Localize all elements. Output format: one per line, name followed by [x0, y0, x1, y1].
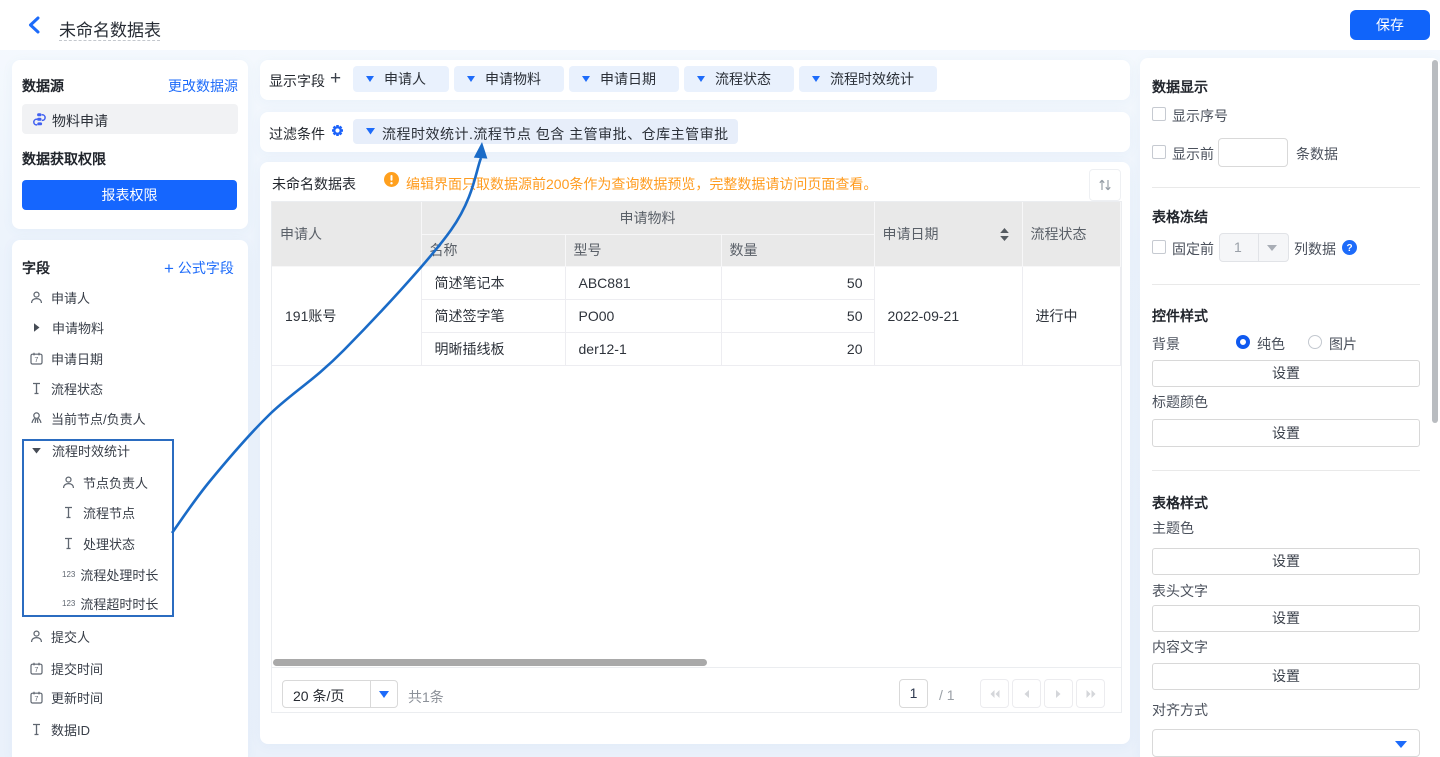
- svg-text:?: ?: [1346, 243, 1352, 254]
- svg-text:7: 7: [35, 667, 39, 674]
- svg-text:7: 7: [35, 357, 39, 364]
- svg-text:7: 7: [35, 696, 39, 703]
